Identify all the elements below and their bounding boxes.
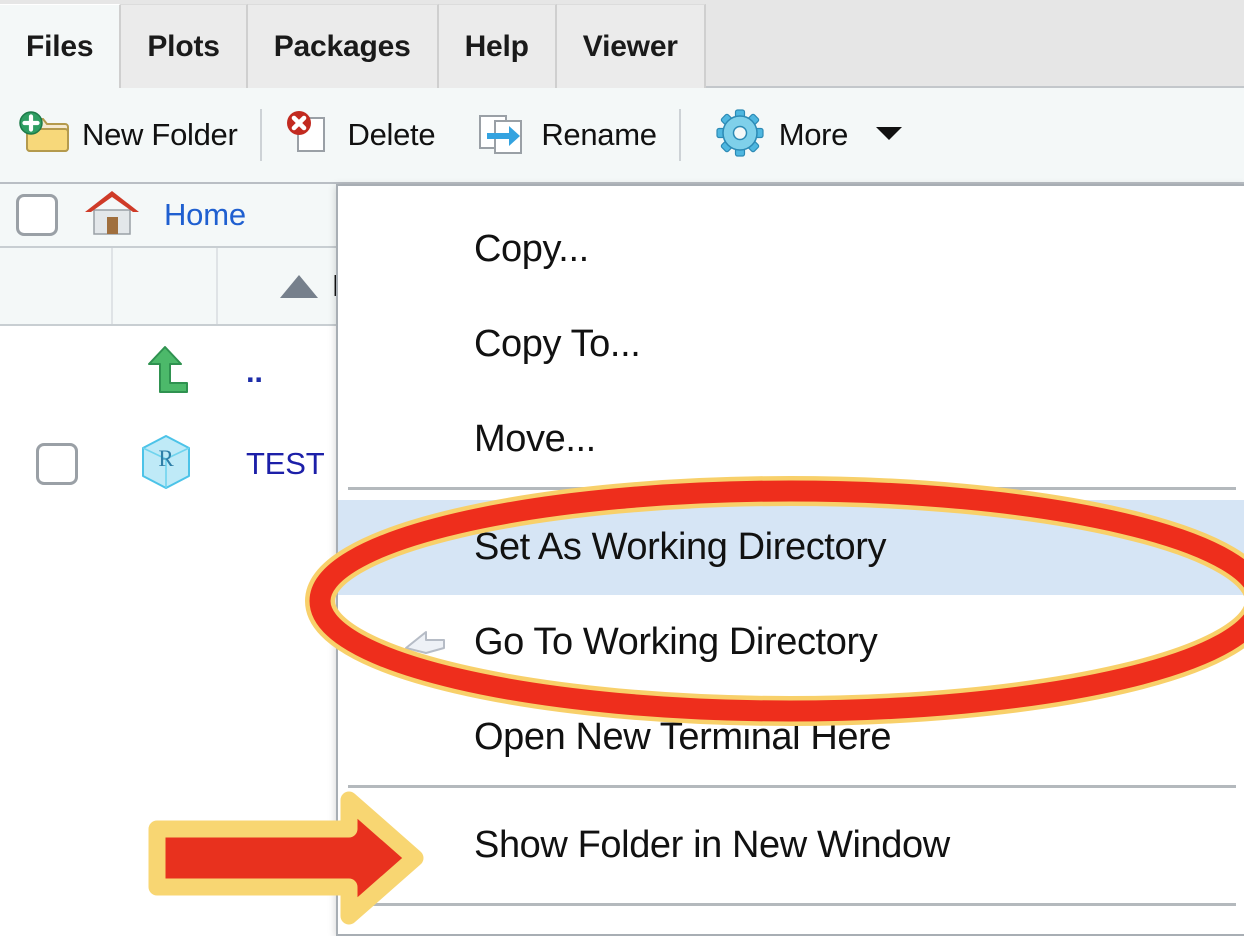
- new-folder-label: New Folder: [82, 117, 238, 152]
- menu-gap-2: [338, 788, 1244, 798]
- up-arrow-icon: [140, 342, 192, 403]
- rename-button[interactable]: Rename: [461, 87, 668, 183]
- rename-label: Rename: [541, 117, 657, 152]
- context-menu: Copy... Copy To... Move... Set As Workin…: [336, 184, 1244, 936]
- tab-help[interactable]: Help: [438, 4, 557, 88]
- rename-icon: [473, 109, 529, 162]
- menu-top-padding: [338, 186, 1244, 202]
- tab-list: Files Plots Packages Help Viewer: [0, 4, 706, 88]
- row-icon-cell: R: [113, 433, 218, 496]
- row-checkbox-cell: [0, 443, 113, 485]
- toolbar-divider-2: [678, 109, 681, 161]
- tab-label: Viewer: [582, 29, 678, 63]
- r-project-icon: R: [138, 433, 194, 496]
- menu-item-label: Open New Terminal Here: [474, 716, 892, 758]
- tab-label: Packages: [273, 29, 411, 63]
- menu-item-move[interactable]: Move...: [338, 392, 1244, 487]
- menu-item-copy[interactable]: Copy...: [338, 202, 1244, 297]
- menu-item-label: Show Folder in New Window: [474, 824, 950, 866]
- menu-item-show-folder-in-new-window[interactable]: Show Folder in New Window: [338, 798, 1244, 893]
- menu-item-label: Go To Working Directory: [474, 621, 878, 663]
- file-name-label[interactable]: ..: [218, 354, 263, 390]
- menu-item-label: Copy To...: [474, 323, 641, 365]
- row-checkbox[interactable]: [35, 443, 78, 485]
- new-folder-button[interactable]: New Folder: [6, 87, 250, 183]
- tab-strip: Files Plots Packages Help Viewer: [0, 0, 1244, 88]
- rstudio-files-pane-screenshot: Files Plots Packages Help Viewer New Fol…: [0, 0, 1244, 936]
- menu-item-set-as-working-directory[interactable]: Set As Working Directory: [338, 500, 1244, 595]
- delete-button[interactable]: Delete: [272, 87, 448, 183]
- menu-item-open-new-terminal-here[interactable]: Open New Terminal Here: [338, 690, 1244, 785]
- tab-packages[interactable]: Packages: [247, 4, 439, 88]
- menu-separator-3: [348, 903, 1236, 906]
- files-toolbar: New Folder Delete Rename More: [0, 88, 1244, 184]
- go-to-icon: [400, 621, 450, 665]
- select-all-checkbox[interactable]: [16, 194, 58, 236]
- tab-viewer[interactable]: Viewer: [556, 4, 706, 88]
- menu-item-label: Move...: [474, 418, 596, 460]
- menu-gap: [338, 490, 1244, 500]
- chevron-down-icon: [874, 124, 904, 147]
- file-name-label[interactable]: TEST: [218, 446, 325, 482]
- more-label: More: [778, 117, 849, 152]
- menu-item-label: Set As Working Directory: [474, 526, 887, 568]
- delete-icon: [284, 109, 336, 162]
- menu-item-copy-to[interactable]: Copy To...: [338, 297, 1244, 392]
- breadcrumb-home[interactable]: Home: [164, 197, 246, 233]
- column-header-icon: [113, 248, 218, 324]
- new-folder-icon: [18, 109, 70, 162]
- sort-ascending-icon: [280, 274, 318, 298]
- home-icon: [80, 188, 144, 243]
- tab-label: Files: [26, 29, 94, 63]
- menu-item-label: Copy...: [474, 228, 589, 270]
- toolbar-divider: [259, 109, 262, 161]
- more-button[interactable]: More: [703, 87, 916, 183]
- menu-item-go-to-working-directory[interactable]: Go To Working Directory: [338, 595, 1244, 690]
- menu-gap-3: [338, 893, 1244, 903]
- gear-icon: [715, 108, 767, 163]
- svg-text:R: R: [158, 446, 174, 471]
- tab-plots[interactable]: Plots: [121, 4, 248, 88]
- row-icon-cell: [113, 342, 218, 403]
- delete-label: Delete: [347, 117, 436, 152]
- tab-label: Plots: [147, 29, 220, 63]
- column-header-checkbox: [0, 248, 113, 324]
- tab-files[interactable]: Files: [0, 4, 122, 88]
- tab-label: Help: [464, 29, 529, 63]
